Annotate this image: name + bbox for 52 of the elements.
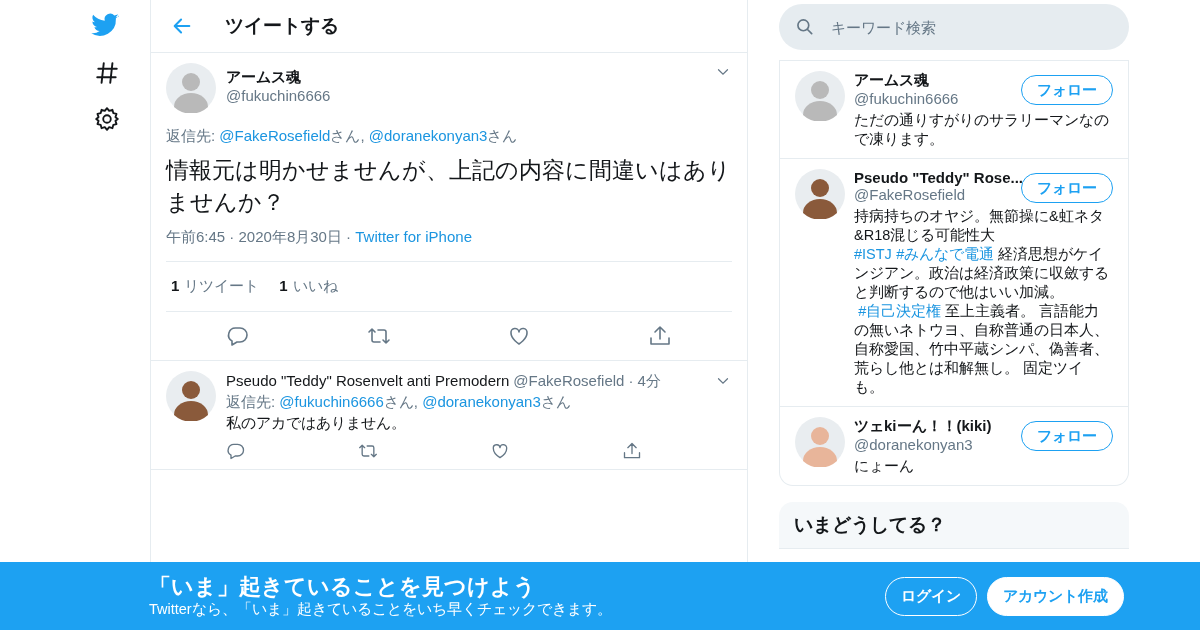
user-name: アームス魂 [854,71,930,90]
user-name: ツェkiーん！！(kiki) [854,417,992,436]
share-icon[interactable] [647,324,672,348]
reply-icon[interactable] [226,324,250,348]
avatar[interactable] [166,371,216,421]
user-bio: ただの通りすがりのサラリーマンなので凍ります。 [854,111,1110,149]
user-bio: 持病持ちのオヤジ。無節操に&虹ネタ&R18混じる可能性大 #ISTJ #みんなで電通 経済思想がケインジアン。政治は経済政策に収斂すると判断するので他はいい加減。 #自己決定権 至上主義者。 言語能力の無いネトウヨ、自称普通の日本人、自称愛国、竹中平蔵シンパ、偽善者、荒らし他とは和解無し。 固定ツイも。 [854,207,1110,397]
follow-button[interactable]: フォロー [1021,75,1113,105]
stat-label: リツイート [184,277,260,296]
hashtag-link[interactable]: #みんなで電通 [896,246,995,262]
avatar[interactable] [795,169,845,219]
user-handle: @FakeRosefield [854,186,967,203]
mention-link[interactable]: @FakeRosefield [219,127,331,144]
heart-icon[interactable] [490,441,510,461]
page-title: ツイートする [225,14,339,38]
banner-title: 「いま」起きていることを見つけよう [149,573,537,600]
user-name: アームス魂 [226,68,302,87]
tweet-time: 4分 [637,371,661,391]
separator-dot: · [628,371,634,391]
tweet-text: 情報元は明かせませんが、上記の内容に間違いはありませんか？ [166,156,732,217]
follow-button[interactable]: フォロー [1021,421,1113,451]
search-icon[interactable] [795,17,815,37]
stat-count: 1 [279,277,288,296]
tweet-meta: 午前6:45 · 2020年8月30日 · Twitter for iPhone [166,228,473,247]
mention-link[interactable]: @fukuchin6666 [279,393,384,410]
tweet-text: 私のアカではありません。 [226,413,407,433]
hashtag-icon[interactable] [94,60,120,86]
reply-icon[interactable] [226,441,246,461]
trends-title: いまどうしてる？ [794,513,946,537]
stat-label: いいね [292,277,338,296]
stat-count: 1 [171,277,180,296]
banner-subtitle: Twitterなら、「いま」起きていることをいち早くチェックできます。 [149,600,613,619]
user-handle: @fukuchin6666 [226,87,332,104]
user-name: Pseudo "Teddy" Rosenvelt anti Premodern [226,371,510,391]
reply-to-line: 返信先: @fukuchin6666さん, @doranekonyan3さん [226,392,572,412]
search-field[interactable]: キーワード検索 [829,17,1093,37]
user-handle: @doranekonyan3 [854,436,974,453]
follow-button[interactable]: フォロー [1021,173,1113,203]
user-name: Pseudo "Teddy" Rose... [854,169,1021,186]
reply-to-line: 返信先: @FakeRosefieldさん, @doranekonyan3さん [166,127,519,146]
settings-icon[interactable] [94,106,120,132]
mention-link[interactable]: @doranekonyan3 [368,127,488,144]
signup-button[interactable]: アカウント作成 [987,576,1124,616]
hashtag-link[interactable]: #ISTJ [854,246,892,262]
share-icon[interactable] [622,441,642,461]
user-handle: @FakeRosefield [513,371,625,391]
hashtag-link[interactable]: #自己決定権 [858,303,942,319]
search-bar[interactable]: キーワード検索 [779,4,1129,50]
mention-link[interactable]: @doranekonyan3 [422,393,541,410]
user-bio: にょーん [854,457,915,476]
source-link[interactable]: Twitter for iPhone [355,228,472,245]
user-handle: @fukuchin6666 [854,90,959,107]
